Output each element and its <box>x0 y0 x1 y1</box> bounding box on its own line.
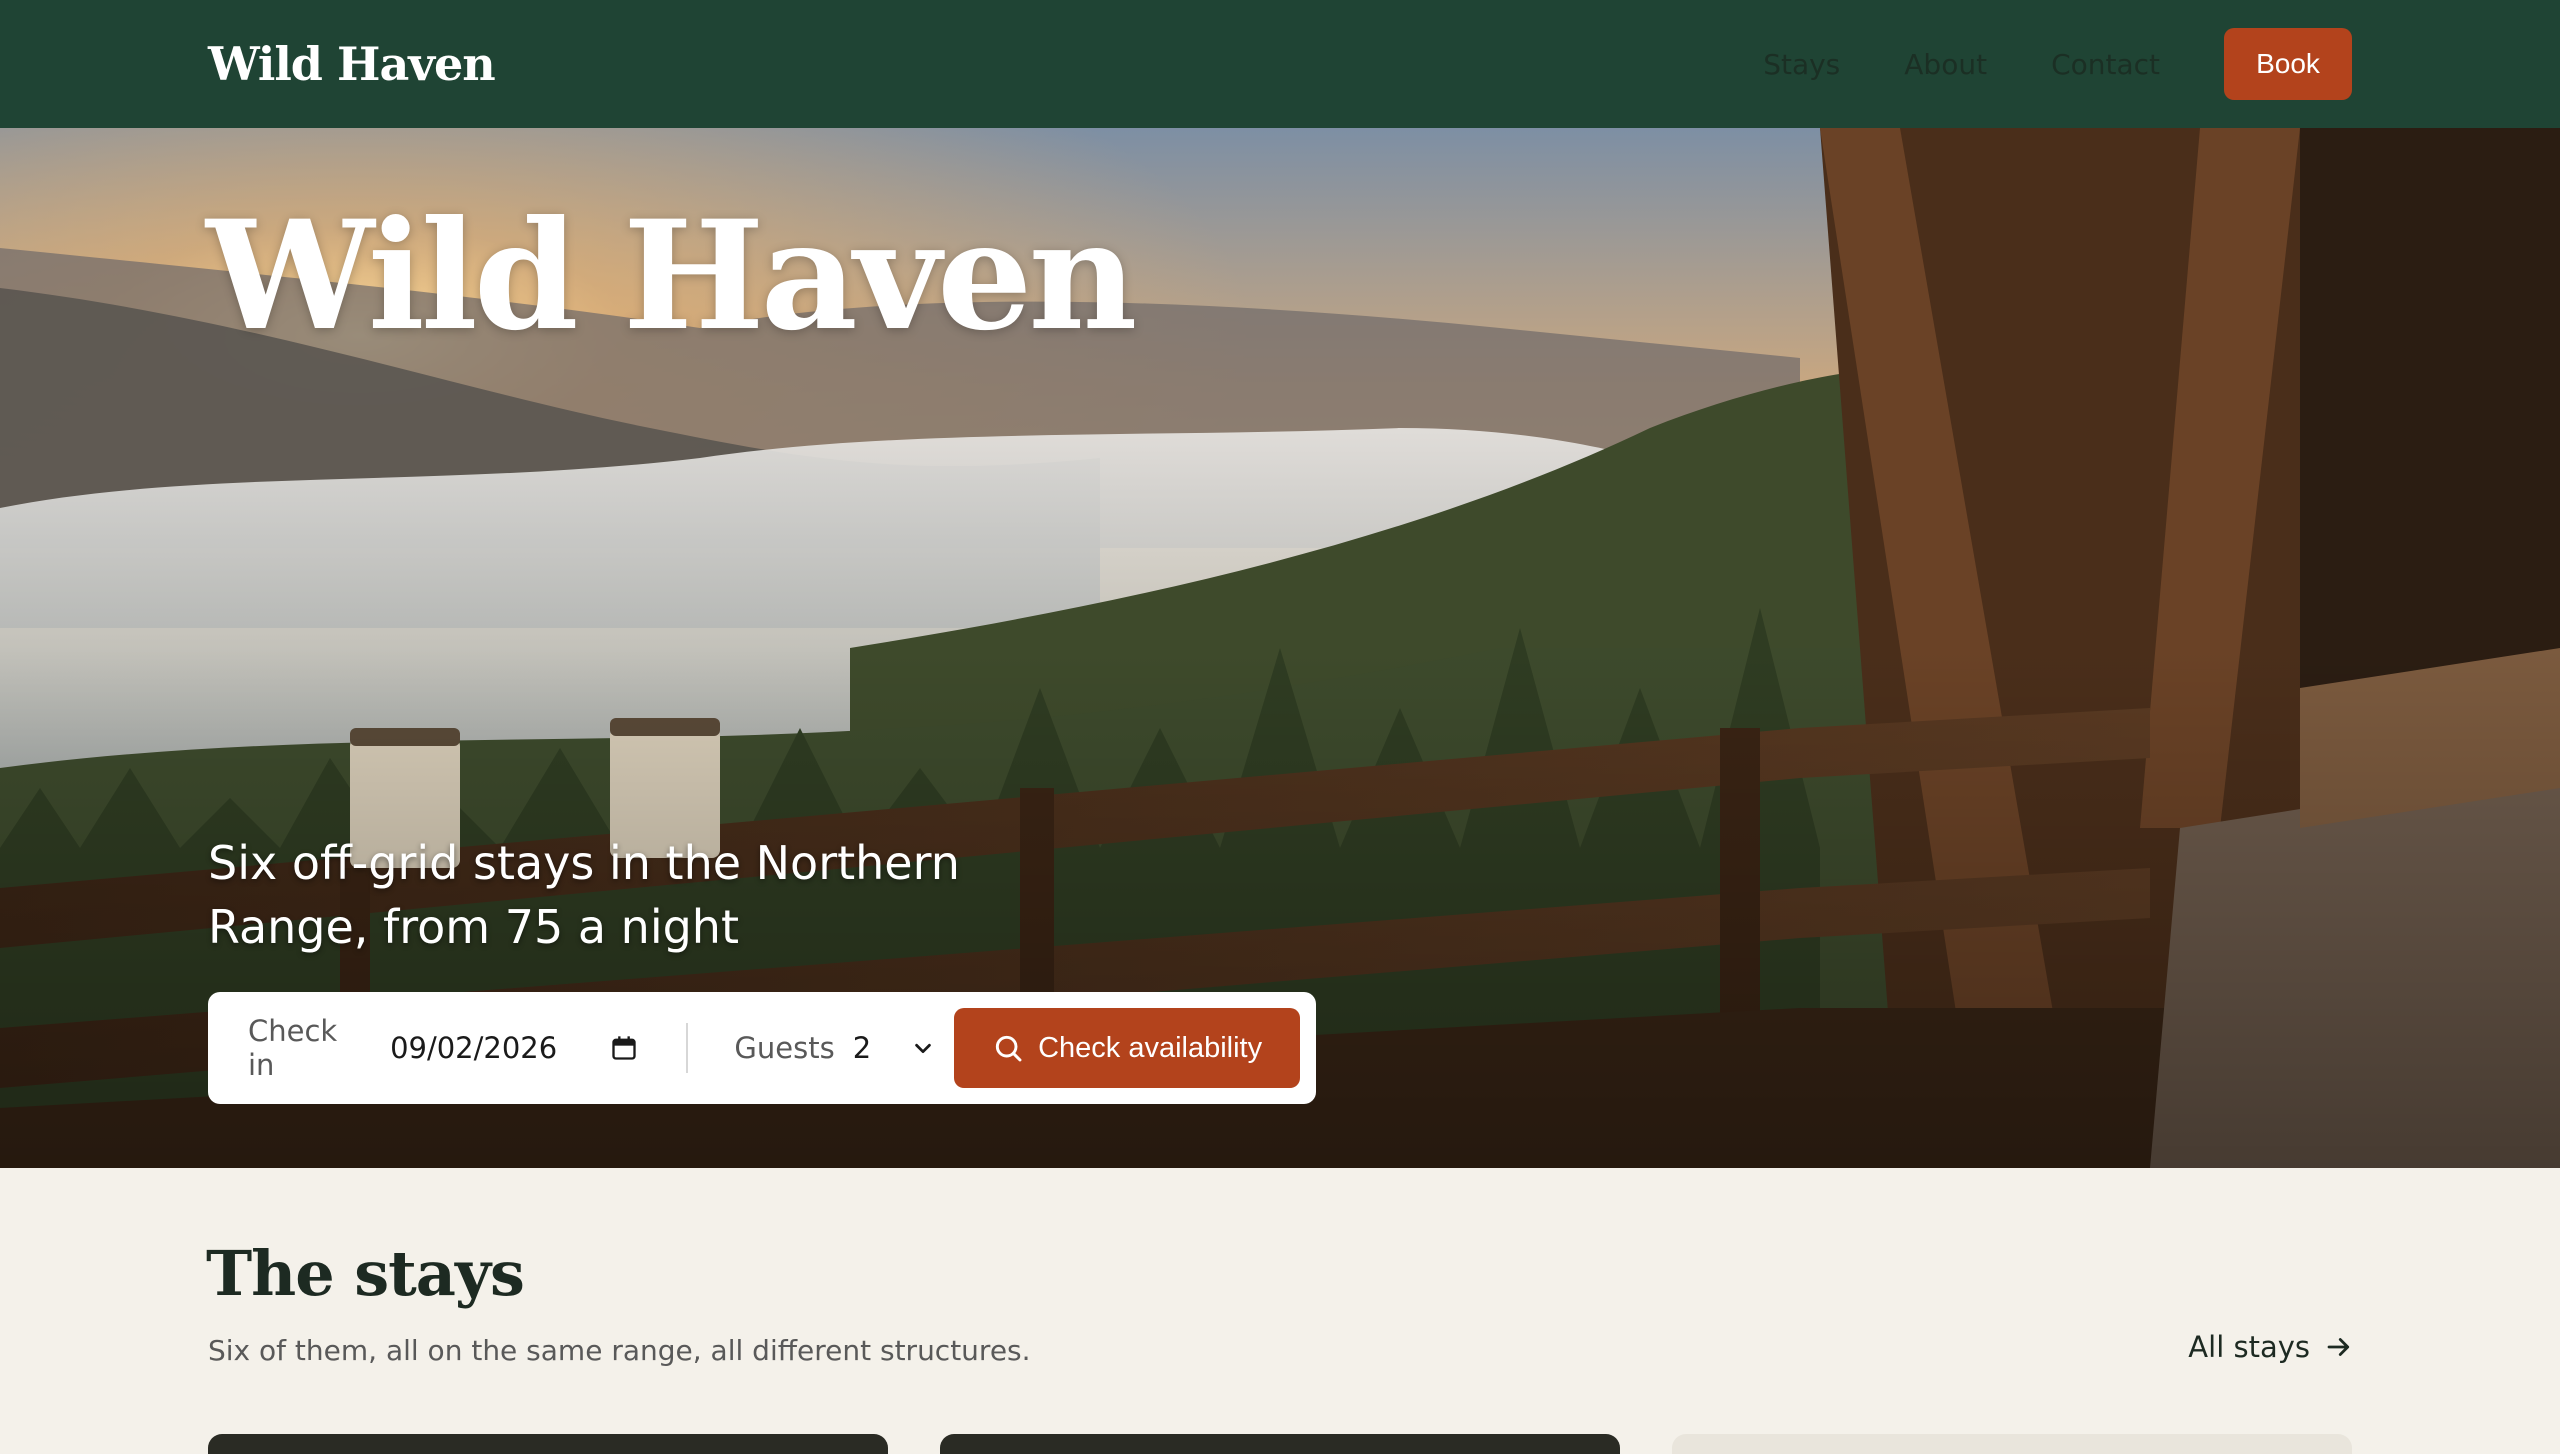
stay-card-1[interactable] <box>208 1434 888 1454</box>
arrow-right-icon <box>2327 1338 2350 1356</box>
nav-link-contact[interactable]: Contact <box>2051 48 2160 81</box>
checkin-date-input[interactable]: 09/02/2026 <box>390 1031 650 1065</box>
nav-link-stays[interactable]: Stays <box>1763 48 1840 81</box>
checkin-label: Check in <box>248 1014 338 1082</box>
all-stays-label: All stays <box>2188 1330 2310 1364</box>
checkin-date-value: 09/02/2026 <box>390 1031 558 1065</box>
all-stays-link[interactable]: All stays <box>2188 1330 2354 1364</box>
guests-select[interactable]: 2 <box>853 1031 934 1065</box>
main-nav: Stays About Contact Book <box>1763 28 2352 100</box>
nav-link-about[interactable]: About <box>1904 48 1987 81</box>
stays-section-title: The stays <box>206 1237 525 1310</box>
check-availability-button[interactable]: Check availability <box>954 1008 1300 1088</box>
booking-form: Check in 09/02/2026 Guests 2 Check avail… <box>208 992 1316 1104</box>
brand-logo[interactable]: Wild Haven <box>208 37 496 91</box>
chevron-down-icon <box>915 1043 931 1054</box>
stays-section-subtitle: Six of them, all on the same range, all … <box>208 1334 1031 1367</box>
book-button[interactable]: Book <box>2224 28 2352 100</box>
check-availability-label: Check availability <box>1038 1031 1263 1064</box>
guests-value: 2 <box>852 1031 872 1065</box>
guests-label: Guests <box>734 1031 835 1065</box>
hero-subtitle: Six off-grid stays in the Northern Range… <box>208 836 960 954</box>
site-header: Wild Haven Stays About Contact Book <box>0 0 2560 128</box>
field-divider <box>686 1023 689 1073</box>
calendar-icon[interactable] <box>610 1034 638 1062</box>
hero-title: Wild Haven <box>206 188 1137 364</box>
stay-card-3[interactable] <box>1672 1434 2352 1454</box>
stay-card-2[interactable] <box>940 1434 1620 1454</box>
search-icon <box>995 1035 1022 1062</box>
